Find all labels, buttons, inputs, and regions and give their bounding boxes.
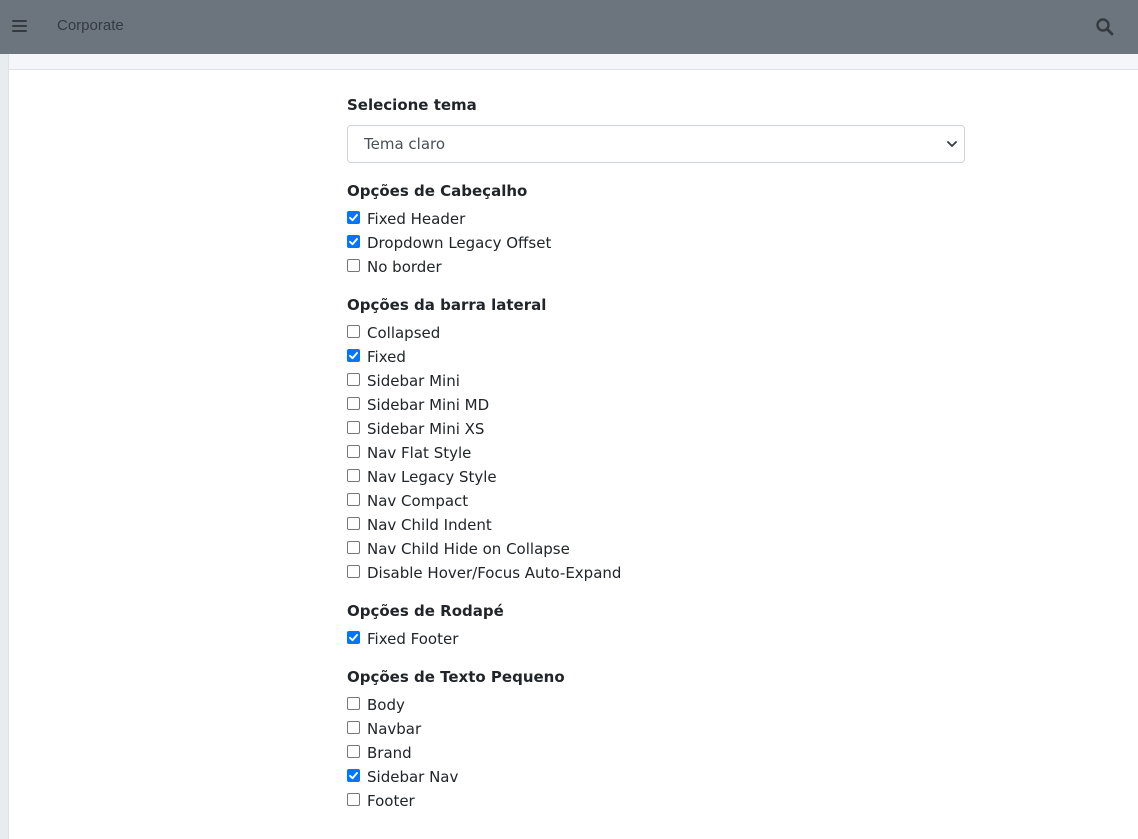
checkbox[interactable] [347,493,360,506]
option-sidebar-mini-md[interactable]: Sidebar Mini MD [347,393,965,417]
option-label: Brand [367,744,412,762]
checkbox[interactable] [347,541,360,554]
checkbox[interactable] [347,469,360,482]
checkbox[interactable] [347,517,360,530]
checkmark-icon [349,634,358,642]
theme-select[interactable]: Tema claro [347,125,965,163]
checkmark-icon [349,238,358,246]
option-label: Footer [367,792,415,810]
menu-toggle-button[interactable] [8,14,30,38]
option-label: Nav Child Hide on Collapse [367,540,570,558]
section-title-opcoes-da-barra-lateral: Opções da barra lateral [347,296,547,314]
option-label: Sidebar Mini XS [367,420,485,438]
option-navbar[interactable]: Navbar [347,717,965,741]
option-label: No border [367,258,442,276]
checkbox[interactable] [347,235,360,248]
option-collapsed[interactable]: Collapsed [347,321,965,345]
option-nav-flat-style[interactable]: Nav Flat Style [347,441,965,465]
checkbox[interactable] [347,421,360,434]
option-sidebar-mini-xs[interactable]: Sidebar Mini XS [347,417,965,441]
option-nav-legacy-style[interactable]: Nav Legacy Style [347,465,965,489]
option-label: Fixed Footer [367,630,459,648]
checkbox[interactable] [347,745,360,758]
checkbox[interactable] [347,793,360,806]
checkbox[interactable] [347,349,360,362]
option-label: Body [367,696,405,714]
search-button[interactable] [1094,16,1116,38]
checkmark-icon [349,772,358,780]
option-label: Fixed [367,348,406,366]
option-label: Nav Flat Style [367,444,472,462]
checkbox[interactable] [347,259,360,272]
option-nav-child-indent[interactable]: Nav Child Indent [347,513,965,537]
section-title-opcoes-de-texto-pequeno: Opções de Texto Pequeno [347,668,565,686]
checkbox[interactable] [347,397,360,410]
option-no-border[interactable]: No border [347,255,965,279]
checkbox[interactable] [347,373,360,386]
option-label: Nav Legacy Style [367,468,497,486]
option-label: Dropdown Legacy Offset [367,234,552,252]
option-label: Sidebar Mini MD [367,396,490,414]
option-nav-child-hide-on-collapse[interactable]: Nav Child Hide on Collapse [347,537,965,561]
option-label: Navbar [367,720,422,738]
checkbox[interactable] [347,721,360,734]
checkbox-group: Fixed Header Dropdown Legacy Offset No bor… [347,207,965,279]
option-nav-compact[interactable]: Nav Compact [347,489,965,513]
option-label: Nav Child Indent [367,516,492,534]
checkbox[interactable] [347,631,360,644]
theme-select-value: Tema claro [364,135,446,153]
sidebar-edge [0,54,9,839]
section-title-opcoes-de-rodape: Opções de Rodapé [347,602,504,620]
option-body[interactable]: Body [347,693,965,717]
checkbox-group: Body Navbar Brand Sidebar Nav Footer [347,693,965,813]
checkmark-icon [349,214,358,222]
checkbox-group: Fixed Footer [347,627,965,651]
theme-section-title: Selecione tema [347,96,477,114]
option-label: Fixed Header [367,210,466,228]
checkbox[interactable] [347,565,360,578]
customizer-panel: Selecione tema Tema claro Opções de Cabe… [347,91,965,825]
top-navbar: Corporate [0,0,1138,54]
option-label: Collapsed [367,324,441,342]
option-fixed[interactable]: Fixed [347,345,965,369]
option-brand[interactable]: Brand [347,741,965,765]
option-dropdown-legacy-offset[interactable]: Dropdown Legacy Offset [347,231,965,255]
content-divider [9,69,1138,70]
checkbox[interactable] [347,445,360,458]
checkbox[interactable] [347,211,360,224]
option-fixed-footer[interactable]: Fixed Footer [347,627,965,651]
option-label: Sidebar Mini [367,372,460,390]
option-sidebar-nav[interactable]: Sidebar Nav [347,765,965,789]
checkbox[interactable] [347,697,360,710]
content-wrapper: Selecione tema Tema claro Opções de Cabe… [9,54,1138,839]
hamburger-menu-icon [11,20,27,32]
option-sidebar-mini[interactable]: Sidebar Mini [347,369,965,393]
checkbox-group: Collapsed Fixed Sidebar Mini Sidebar Mini M… [347,321,965,585]
checkmark-icon [349,352,358,360]
option-groups: Opções de Cabeçalho Fixed Header Dropdown … [347,177,965,813]
brand-link[interactable]: Corporate [57,17,124,34]
option-fixed-header[interactable]: Fixed Header [347,207,965,231]
section-title-opcoes-de-cabecalho: Opções de Cabeçalho [347,182,528,200]
search-icon [1096,18,1114,36]
option-label: Sidebar Nav [367,768,459,786]
option-label: Nav Compact [367,492,469,510]
chevron-down-icon [947,141,957,147]
option-label: Disable Hover/Focus Auto-Expand [367,564,622,582]
checkbox[interactable] [347,769,360,782]
option-disable-hover-focus-auto-expand[interactable]: Disable Hover/Focus Auto-Expand [347,561,965,585]
checkbox[interactable] [347,325,360,338]
option-footer[interactable]: Footer [347,789,965,813]
